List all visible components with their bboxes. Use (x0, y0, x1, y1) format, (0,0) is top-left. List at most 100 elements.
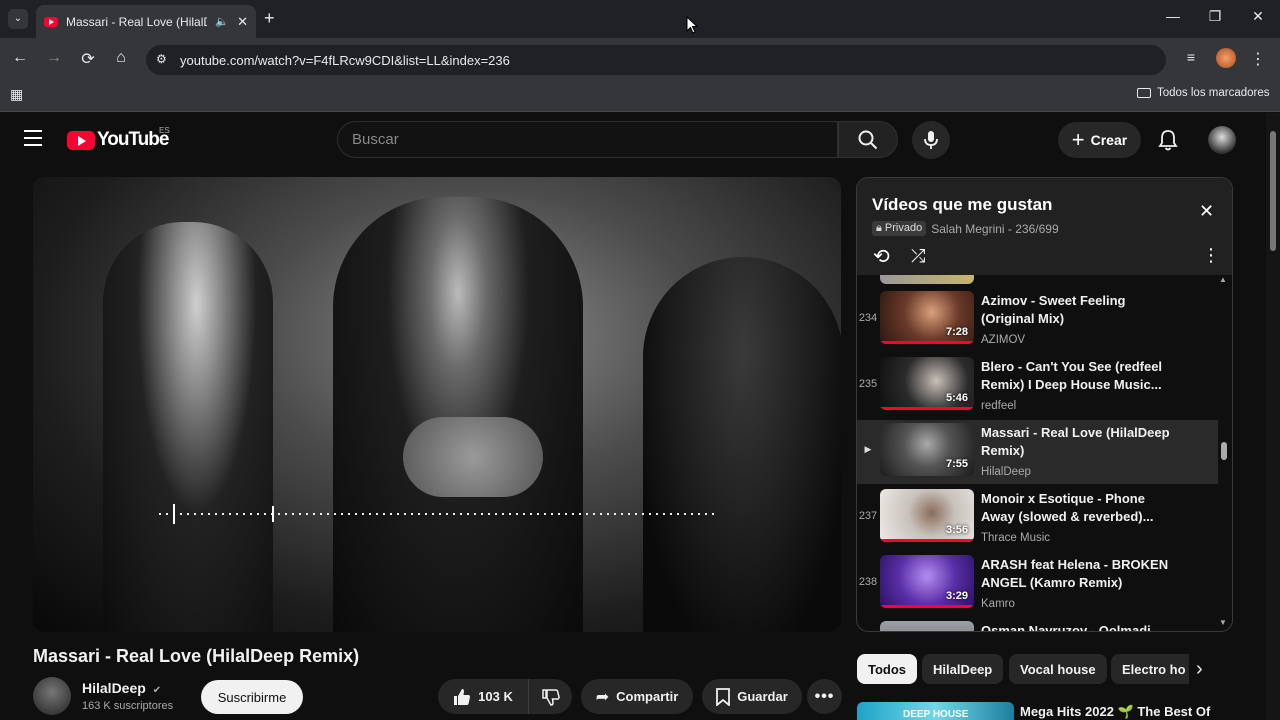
close-tab-icon[interactable]: ✕ (237, 14, 248, 30)
recommended-title[interactable]: Mega Hits 2022 🌱 The Best Of (1020, 704, 1210, 720)
item-thumbnail: 5:46 (880, 357, 974, 410)
watched-progress (880, 407, 974, 410)
item-thumbnail: 3:56 (880, 489, 974, 542)
chip-electro[interactable]: Electro ho (1111, 654, 1189, 684)
chip-hilaldeep[interactable]: HilalDeep (922, 654, 1004, 684)
save-label: Guardar (737, 689, 788, 704)
loop-icon[interactable]: ⟲ (873, 244, 890, 269)
mouse-cursor (686, 15, 699, 39)
media-control-icon[interactable]: ≡ (1181, 49, 1201, 65)
page-scrollbar-thumb[interactable] (1270, 131, 1276, 251)
channel-avatar[interactable] (33, 677, 71, 715)
item-title: Monoir x Esotique - Phone Away (slowed &… (981, 491, 1154, 524)
playlist-item[interactable]: Osman Navruzov - Qolmadi (857, 618, 1218, 631)
dislike-button[interactable] (528, 679, 572, 714)
notifications-bell-icon[interactable] (1158, 129, 1178, 156)
reload-icon[interactable]: ⟳ (78, 49, 98, 69)
channel-name-text: HilalDeep (82, 680, 146, 696)
home-icon[interactable]: ⌂ (111, 49, 131, 67)
speaker-icon[interactable]: 🔈 (215, 15, 229, 28)
bookmarks-bar: ▦ Todos los marcadores (0, 80, 1280, 112)
channel-name[interactable]: HilalDeep ✔ (82, 680, 161, 696)
profile-avatar[interactable] (1216, 48, 1236, 68)
page-scrollbar[interactable] (1266, 113, 1280, 720)
playlist-title[interactable]: Vídeos que me gustan (872, 195, 1052, 215)
playlist-scroll-up-icon[interactable]: ▲ (1219, 275, 1227, 284)
item-index: 237 (858, 510, 878, 522)
item-channel: Thrace Music (981, 532, 1051, 544)
audio-waveform-peak (173, 504, 175, 524)
back-icon[interactable]: ← (10, 49, 30, 67)
item-channel: HilalDeep (981, 466, 1031, 478)
playlist-item[interactable]: 238 3:29 ARASH feat Helena - BROKEN ANGE… (857, 552, 1218, 616)
close-playlist-icon[interactable]: ✕ (1199, 201, 1214, 222)
man-with-glasses-figure (333, 197, 583, 632)
video-player[interactable] (33, 177, 841, 632)
item-channel: Kamro (981, 598, 1015, 610)
apps-grid-icon[interactable]: ▦ (10, 86, 23, 103)
like-button[interactable]: 103 K (438, 679, 528, 714)
bookmark-icon (716, 687, 731, 706)
youtube-logo-text[interactable]: YouTube (97, 129, 169, 151)
tab-search-icon[interactable]: ⌄ (8, 9, 28, 29)
watched-progress (880, 341, 974, 344)
share-button[interactable]: ➦ Compartir (581, 679, 693, 714)
chips-next-icon[interactable]: › (1196, 658, 1203, 681)
all-bookmarks-button[interactable]: Todos los marcadores (1137, 87, 1270, 99)
menu-hamburger-icon[interactable] (24, 130, 42, 146)
item-thumbnail (880, 621, 974, 631)
verified-icon: ✔ (152, 685, 162, 696)
search-input[interactable]: Buscar (337, 121, 838, 158)
more-actions-button[interactable]: ••• (807, 679, 842, 714)
subscriber-count: 163 K suscriptores (82, 700, 174, 712)
playlist-scroll-down-icon[interactable]: ▼ (1219, 618, 1227, 627)
create-button[interactable]: + Crear (1058, 122, 1141, 158)
address-bar[interactable]: ⚙ youtube.com/watch?v=F4fLRcw9CDI&list=L… (146, 45, 1166, 75)
item-thumbnail: 7:55 (880, 423, 974, 476)
playlist-item[interactable]: 235 5:46 Blero - Can't You See (redfeel … (857, 354, 1218, 418)
playlist-header: Vídeos que me gustan 🔒︎ Privado Salah Me… (857, 178, 1232, 275)
menu-dots-icon[interactable]: ⋮ (1248, 49, 1268, 69)
playlist-items: 234 7:28 Azimov - Sweet Feeling (Origina… (857, 275, 1232, 631)
bald-man-figure (103, 222, 273, 632)
playlist-item-current[interactable]: ▶ 7:55 Massari - Real Love (HilalDeep Re… (857, 420, 1218, 484)
playlist-item[interactable]: 234 7:28 Azimov - Sweet Feeling (Origina… (857, 288, 1218, 352)
chip-vocal-house[interactable]: Vocal house (1009, 654, 1107, 684)
new-tab-button[interactable]: + (264, 8, 275, 29)
back-figure (643, 257, 841, 632)
thumbs-up-icon (454, 688, 471, 705)
close-window-button[interactable]: ✕ (1243, 8, 1273, 25)
thumbs-down-icon (541, 688, 560, 706)
playlist-scrollbar-thumb[interactable] (1221, 442, 1227, 460)
watched-progress (880, 539, 974, 542)
youtube-logo-icon[interactable] (67, 131, 95, 150)
more-dots-icon: ••• (814, 687, 835, 705)
watched-progress (880, 605, 974, 608)
minimize-button[interactable]: — (1158, 8, 1188, 24)
playlist-menu-icon[interactable]: ⋮ (1202, 245, 1220, 266)
browser-tab-bar: ⌄ Massari - Real Love (HilalDe 🔈 ✕ + — ❐… (0, 0, 1280, 38)
item-thumbnail: 3:29 (880, 555, 974, 608)
forward-icon[interactable]: → (44, 49, 64, 67)
search-button[interactable] (838, 121, 898, 158)
maximize-button[interactable]: ❐ (1200, 8, 1230, 25)
item-title: ARASH feat Helena - BROKEN ANGEL (Kamro … (981, 557, 1169, 590)
voice-search-button[interactable] (912, 121, 950, 159)
item-index: 234 (858, 312, 878, 324)
item-channel: AZIMOV (981, 334, 1026, 346)
url-text: youtube.com/watch?v=F4fLRcw9CDI&list=LL&… (180, 52, 510, 68)
item-duration: 3:56 (945, 524, 968, 536)
playlist-item[interactable]: 237 3:56 Monoir x Esotique - Phone Away … (857, 486, 1218, 550)
subscribe-button[interactable]: Suscribirme (201, 680, 303, 714)
audio-waveform-peak (272, 506, 274, 522)
save-button[interactable]: Guardar (702, 679, 802, 714)
site-info-icon[interactable]: ⚙ (156, 52, 167, 66)
account-avatar[interactable] (1208, 126, 1236, 154)
shuffle-icon[interactable]: ⤮ (911, 246, 925, 267)
search-icon (858, 130, 878, 149)
like-count: 103 K (478, 689, 513, 704)
browser-tab[interactable]: Massari - Real Love (HilalDe 🔈 ✕ (36, 5, 256, 38)
chip-todos[interactable]: Todos (857, 654, 918, 684)
playlist-panel: Vídeos que me gustan 🔒︎ Privado Salah Me… (856, 177, 1233, 632)
recommended-thumbnail[interactable]: DEEP HOUSE (857, 702, 1014, 720)
